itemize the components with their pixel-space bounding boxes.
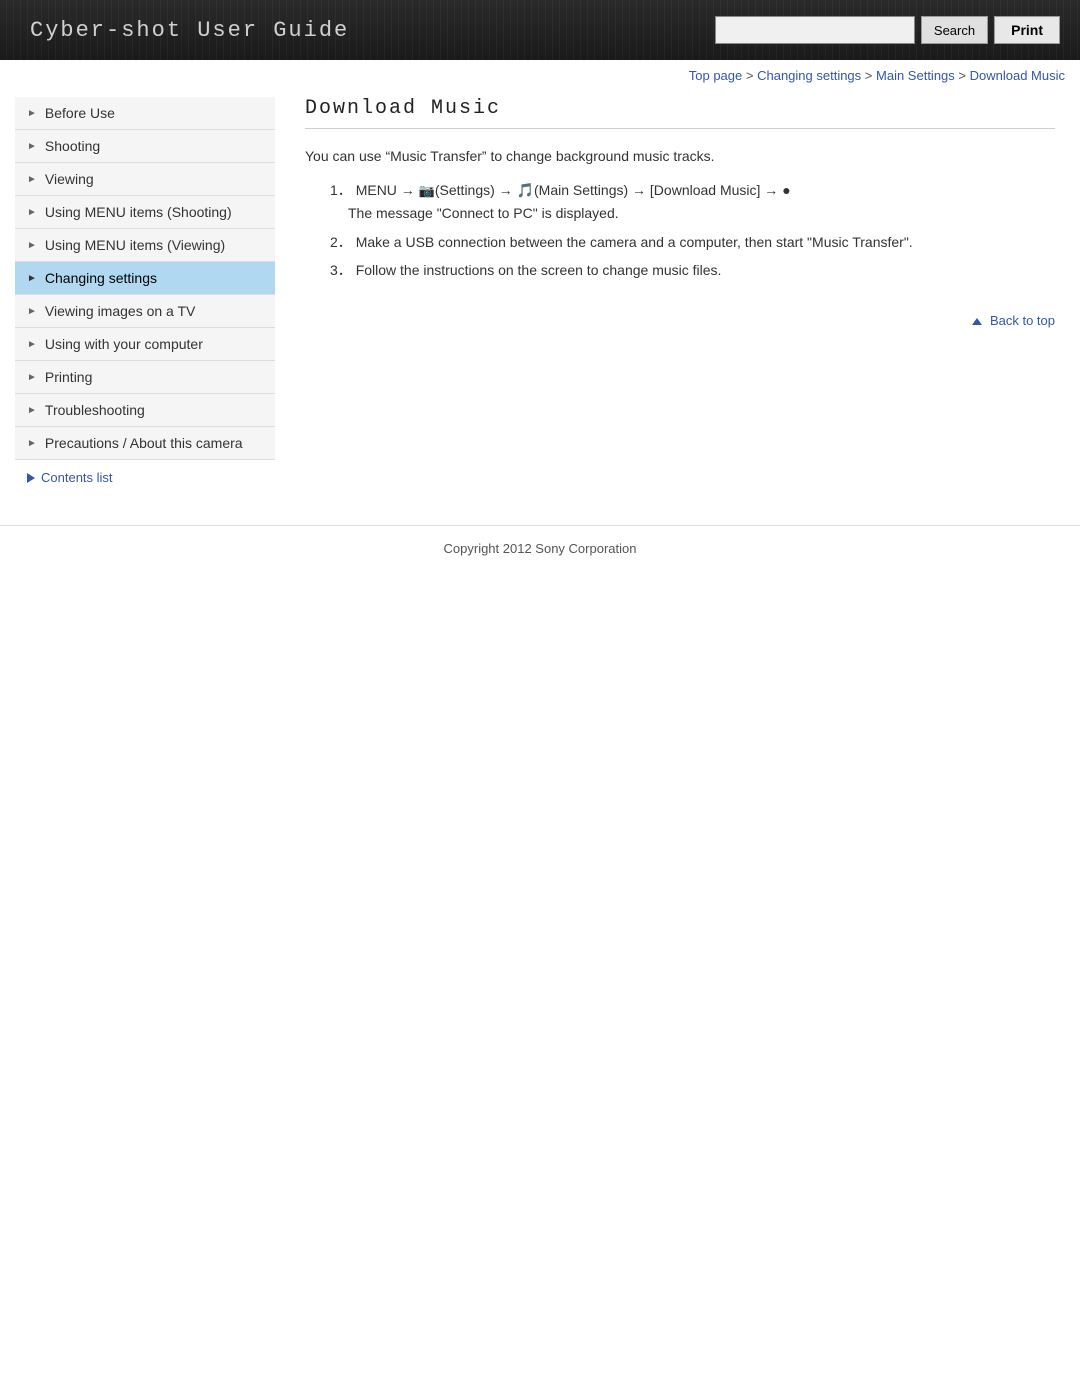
arrow-icon: ►: [27, 438, 37, 449]
arrow-icon: ►: [27, 405, 37, 416]
step-2-text: Make a USB connection between the camera…: [356, 234, 913, 250]
arrow-icon: ►: [27, 141, 37, 152]
sidebar-item-printing[interactable]: ► Printing: [15, 361, 275, 394]
intro-text: You can use “Music Transfer” to change b…: [305, 145, 1055, 167]
search-area: Search Print: [715, 16, 1080, 44]
breadcrumb-sep-1: >: [746, 68, 757, 83]
sidebar-item-precautions[interactable]: ► Precautions / About this camera: [15, 427, 275, 460]
breadcrumb-sep-3: >: [958, 68, 969, 83]
footer: Copyright 2012 Sony Corporation: [0, 525, 1080, 576]
sidebar-item-troubleshooting[interactable]: ► Troubleshooting: [15, 394, 275, 427]
sidebar-item-label: Changing settings: [45, 270, 157, 286]
sidebar-item-viewing[interactable]: ► Viewing: [15, 163, 275, 196]
sidebar-item-menu-shooting[interactable]: ► Using MENU items (Shooting): [15, 196, 275, 229]
sidebar-item-label: Viewing: [45, 171, 94, 187]
arrow-icon: ►: [27, 339, 37, 350]
sidebar-item-viewing-tv[interactable]: ► Viewing images on a TV: [15, 295, 275, 328]
content-area: Download Music You can use “Music Transf…: [295, 97, 1065, 495]
breadcrumb-link-main[interactable]: Main Settings: [876, 68, 955, 83]
sidebar-item-before-use[interactable]: ► Before Use: [15, 97, 275, 130]
page-title: Download Music: [305, 97, 1055, 129]
breadcrumb-link-top[interactable]: Top page: [689, 68, 743, 83]
sidebar-item-changing-settings[interactable]: ► Changing settings: [15, 262, 275, 295]
breadcrumb-link-download[interactable]: Download Music: [970, 68, 1065, 83]
step-3-text: Follow the instructions on the screen to…: [356, 262, 722, 278]
main-container: ► Before Use ► Shooting ► Viewing ► Usin…: [0, 87, 1080, 505]
breadcrumb-sep-2: >: [865, 68, 876, 83]
arrow-icon: ►: [27, 174, 37, 185]
sidebar-item-computer[interactable]: ► Using with your computer: [15, 328, 275, 361]
step-1: 1． MENU → 📷(Settings) → 🎵(Main Settings)…: [325, 179, 1055, 224]
step-3: 3． Follow the instructions on the screen…: [325, 259, 1055, 281]
arrow-right-icon: [27, 473, 35, 483]
sidebar-item-label: Viewing images on a TV: [45, 303, 195, 319]
breadcrumb: Top page > Changing settings > Main Sett…: [0, 60, 1080, 87]
back-to-top: Back to top: [305, 311, 1055, 332]
arrow-icon: ►: [27, 273, 37, 284]
arrow-icon: ►: [27, 306, 37, 317]
step-1-number: 1．: [330, 182, 352, 198]
app-title: Cyber-shot User Guide: [0, 18, 349, 43]
sidebar-item-label: Before Use: [45, 105, 115, 121]
arrow-icon: ►: [27, 372, 37, 383]
step-3-number: 3．: [330, 262, 352, 278]
contents-list-label: Contents list: [41, 470, 113, 485]
search-input[interactable]: [715, 16, 915, 44]
sidebar-item-label: Using with your computer: [45, 336, 203, 352]
step-2: 2． Make a USB connection between the cam…: [325, 231, 1055, 253]
copyright-text: Copyright 2012 Sony Corporation: [444, 541, 637, 556]
sidebar-item-menu-viewing[interactable]: ► Using MENU items (Viewing): [15, 229, 275, 262]
contents-list-link[interactable]: Contents list: [15, 460, 275, 495]
arrow-icon: ►: [27, 240, 37, 251]
back-to-top-link[interactable]: Back to top: [972, 313, 1055, 328]
sidebar-item-label: Precautions / About this camera: [45, 435, 243, 451]
sidebar-item-label: Troubleshooting: [45, 402, 145, 418]
back-to-top-label: Back to top: [990, 313, 1055, 328]
sidebar-item-label: Shooting: [45, 138, 100, 154]
arrow-icon: ►: [27, 207, 37, 218]
arrow-icon: ►: [27, 108, 37, 119]
sidebar-item-label: Using MENU items (Shooting): [45, 204, 232, 220]
step-2-number: 2．: [330, 234, 352, 250]
sidebar-item-label: Using MENU items (Viewing): [45, 237, 225, 253]
sidebar-item-shooting[interactable]: ► Shooting: [15, 130, 275, 163]
steps-list: 1． MENU → 📷(Settings) → 🎵(Main Settings)…: [315, 179, 1055, 281]
sidebar: ► Before Use ► Shooting ► Viewing ► Usin…: [15, 97, 275, 495]
header: Cyber-shot User Guide Search Print: [0, 0, 1080, 60]
sidebar-item-label: Printing: [45, 369, 92, 385]
breadcrumb-link-changing[interactable]: Changing settings: [757, 68, 861, 83]
step-1-sub: The message "Connect to PC" is displayed…: [330, 202, 619, 224]
content-body: You can use “Music Transfer” to change b…: [305, 145, 1055, 332]
search-button[interactable]: Search: [921, 16, 988, 44]
triangle-up-icon: [972, 318, 982, 325]
print-button[interactable]: Print: [994, 16, 1060, 44]
step-1-text: MENU → 📷(Settings) → 🎵(Main Settings) → …: [356, 182, 791, 198]
